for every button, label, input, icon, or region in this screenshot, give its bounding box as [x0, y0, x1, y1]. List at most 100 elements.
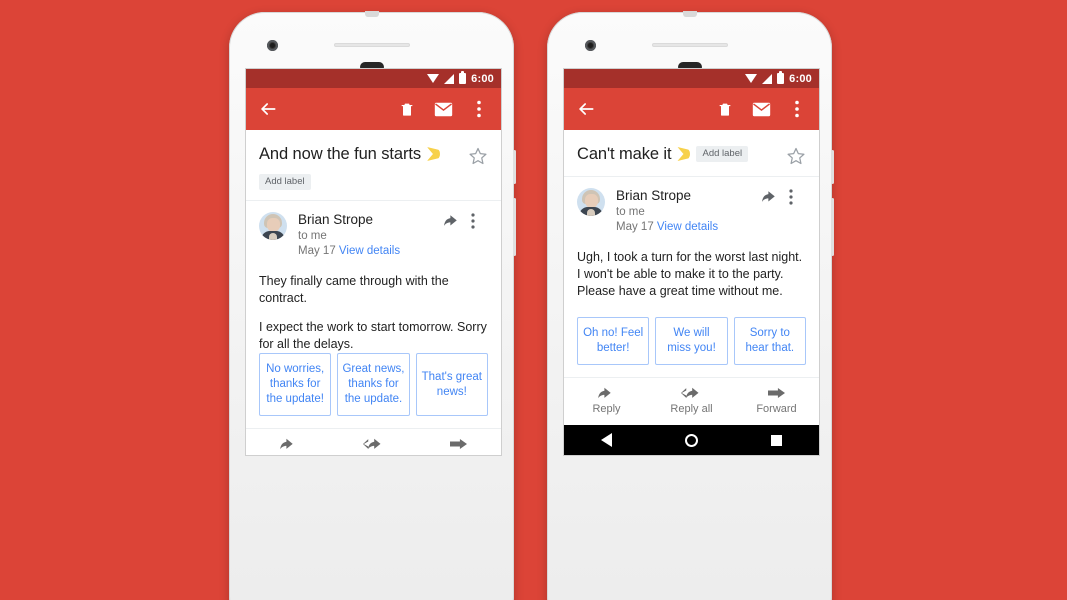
power-button[interactable]	[513, 150, 516, 184]
message-header: Brian Strope to me May 17 View details	[246, 201, 501, 259]
reply-button[interactable]: Reply	[564, 386, 649, 415]
message-date: May 17	[298, 245, 336, 257]
battery-icon	[777, 71, 785, 84]
view-details-link[interactable]: View details	[657, 221, 718, 233]
view-details-link[interactable]: View details	[339, 245, 400, 257]
message-meta: May 17 View details	[298, 244, 444, 259]
sender-name: Brian Strope	[298, 212, 374, 227]
reply-all-button[interactable]: Reply all	[331, 437, 416, 455]
subject-line: And now the fun starts	[259, 144, 460, 164]
overflow-menu-icon[interactable]	[468, 98, 490, 120]
subject-block: And now the fun starts Add label	[246, 130, 501, 201]
status-bar-clock: 6:00	[789, 72, 812, 85]
message-paragraph: Ugh, I took a turn for the worst last ni…	[577, 250, 803, 298]
subject-row: And now the fun starts Add label	[259, 144, 488, 190]
message-action-bar: Reply Reply all Forward	[564, 377, 819, 425]
home-circle-icon[interactable]	[684, 433, 698, 447]
delete-icon[interactable]	[396, 98, 418, 120]
page-title: Can't make it	[577, 145, 672, 163]
back-triangle-icon[interactable]	[600, 433, 612, 447]
volume-button[interactable]	[831, 198, 834, 256]
status-bar: 6:00	[564, 69, 819, 88]
avatar-collar	[587, 209, 595, 216]
reply-arrow-icon[interactable]	[762, 189, 779, 206]
mark-unread-icon[interactable]	[432, 98, 454, 120]
reply-arrow-icon	[280, 437, 297, 451]
avatar-collar	[269, 233, 277, 240]
delete-icon[interactable]	[714, 98, 736, 120]
reply-button[interactable]: Reply	[246, 437, 331, 455]
reply-arrow-icon	[598, 386, 615, 400]
smart-reply-button[interactable]: Sorry to hear that.	[733, 317, 806, 365]
status-bar: 6:00	[246, 69, 501, 88]
phone-top-notch	[682, 11, 697, 17]
smart-reply-button[interactable]: That's great news!	[415, 353, 488, 416]
smart-reply-button[interactable]: No worries, thanks for the update!	[259, 353, 332, 416]
sender-block: Brian Strope to me May 17 View details	[298, 212, 444, 259]
recents-square-icon[interactable]	[771, 434, 783, 446]
message-meta: May 17 View details	[616, 220, 762, 235]
back-arrow-icon[interactable]	[575, 98, 597, 120]
reply-all-arrow-icon	[363, 437, 384, 451]
earpiece-speaker	[651, 43, 728, 47]
forward-label: Forward	[438, 454, 478, 455]
forward-arrow-icon	[768, 386, 785, 400]
smart-reply-button[interactable]: Oh no! Feel better!	[577, 317, 650, 365]
message-date: May 17	[616, 221, 654, 233]
reply-arrow-icon[interactable]	[444, 213, 461, 230]
front-camera-icon	[585, 40, 596, 51]
avatar	[259, 212, 287, 240]
star-outline-icon[interactable]	[786, 146, 806, 166]
screenshot-stage: 6:00 And now the fun starts Add label Br…	[0, 0, 1067, 600]
power-button[interactable]	[831, 150, 834, 184]
crescent-moon-emoji	[427, 147, 440, 161]
wifi-icon	[745, 74, 758, 83]
app-bar	[564, 88, 819, 130]
mark-unread-icon[interactable]	[750, 98, 772, 120]
reply-all-button[interactable]: Reply all	[649, 386, 734, 415]
forward-button[interactable]: Forward	[734, 386, 819, 415]
phone-screen-left: 6:00 And now the fun starts Add label Br…	[246, 69, 501, 455]
page-title: And now the fun starts	[259, 145, 421, 163]
avatar	[577, 188, 605, 216]
reply-label: Reply	[592, 403, 621, 415]
crescent-moon-emoji	[677, 147, 690, 161]
phone-top-notch	[364, 11, 379, 17]
overflow-menu-icon[interactable]	[786, 98, 808, 120]
message-body: They finally came through with the contr…	[246, 259, 501, 353]
app-bar	[246, 88, 501, 130]
overflow-menu-icon[interactable]	[789, 189, 806, 206]
forward-arrow-icon	[450, 437, 467, 451]
phone-screen-right: 6:00 Can't make it Add label Brian Strop…	[564, 69, 819, 455]
status-bar-icons	[745, 71, 785, 84]
system-nav-bar	[564, 425, 819, 455]
smart-reply-row: Oh no! Feel better! We will miss you! So…	[564, 317, 819, 377]
phone-device-right: 6:00 Can't make it Add label Brian Strop…	[547, 11, 834, 600]
status-bar-icons	[427, 71, 467, 84]
avatar-face	[267, 218, 280, 232]
front-camera-icon	[267, 40, 278, 51]
back-arrow-icon[interactable]	[257, 98, 279, 120]
label-chip-row: Add label	[259, 171, 460, 190]
add-label-chip[interactable]: Add label	[259, 174, 311, 190]
signal-icon	[762, 73, 773, 84]
add-label-chip[interactable]: Add label	[696, 146, 749, 162]
star-outline-icon[interactable]	[468, 146, 488, 166]
message-header-actions	[444, 212, 488, 230]
message-paragraph: I expect the work to start tomorrow. Sor…	[259, 320, 487, 351]
overflow-menu-icon[interactable]	[471, 213, 488, 230]
reply-label: Reply	[274, 454, 302, 455]
smart-reply-button[interactable]: Great news, thanks for the update.	[337, 353, 410, 416]
volume-button[interactable]	[513, 198, 516, 256]
reply-all-label: Reply all	[352, 454, 394, 455]
status-bar-clock: 6:00	[471, 72, 494, 85]
wifi-icon	[427, 74, 440, 83]
recipient-label: to me	[616, 206, 645, 218]
smart-reply-button[interactable]: We will miss you!	[655, 317, 728, 365]
phone-device-left: 6:00 And now the fun starts Add label Br…	[229, 11, 516, 600]
subject-main: And now the fun starts Add label	[259, 144, 460, 190]
reply-all-label: Reply all	[670, 403, 713, 415]
subject-block: Can't make it Add label	[564, 130, 819, 177]
message-paragraph: They finally came through with the contr…	[259, 274, 449, 305]
forward-button[interactable]: Forward	[416, 437, 501, 455]
